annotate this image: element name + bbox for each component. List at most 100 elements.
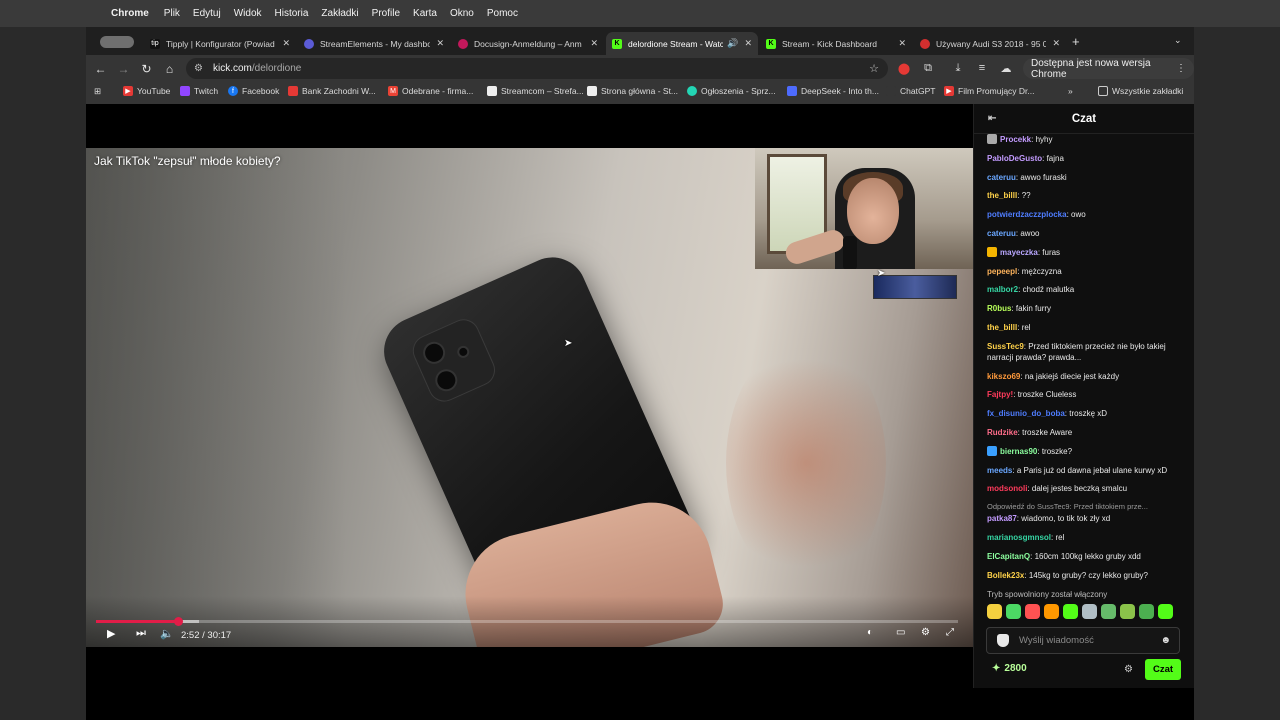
bookmark-streamcom[interactable]: Streamcom – Strefa...: [487, 86, 584, 96]
emoji-picker-icon[interactable]: ☻: [1160, 635, 1171, 646]
close-icon[interactable]: ✕: [744, 38, 752, 49]
tab-delordione-stream[interactable]: K delordione Stream - Watc 🔊 ✕: [606, 32, 758, 55]
bookmark-film[interactable]: ▶ Film Promujący Dr...: [944, 86, 1035, 96]
chat-username[interactable]: marianosgmnsol: [987, 533, 1051, 542]
cloud-icon[interactable]: ☁: [998, 60, 1014, 76]
chat-username[interactable]: the_billl: [987, 323, 1017, 332]
emote-icon[interactable]: [1063, 604, 1078, 619]
emote-icon[interactable]: [1082, 604, 1097, 619]
close-icon[interactable]: ✕: [898, 38, 906, 49]
bookmark-gmail[interactable]: M Odebrane - firma...: [388, 86, 473, 96]
forward-arrow-icon[interactable]: →: [112, 62, 135, 76]
emote-icon[interactable]: [1025, 604, 1040, 619]
menu-edit[interactable]: Edytuj: [193, 8, 221, 19]
emote-icon[interactable]: [1101, 604, 1116, 619]
quality-settings-icon[interactable]: ⚙: [921, 627, 930, 638]
menu-help[interactable]: Pomoc: [487, 8, 518, 19]
more-vert-icon[interactable]: ⋮: [1176, 63, 1186, 74]
chat-username[interactable]: potwierdzaczzplocka: [987, 210, 1067, 219]
address-bar[interactable]: ⚙ kick.com/delordione ☆: [186, 58, 888, 79]
bookmark-bank[interactable]: Bank Zachodni W...: [288, 86, 376, 96]
emote-icon[interactable]: [1006, 604, 1021, 619]
chat-username[interactable]: pepeepl: [987, 267, 1017, 276]
chat-username[interactable]: R0bus: [987, 304, 1011, 313]
chat-username[interactable]: Bollek23x: [987, 571, 1024, 580]
site-settings-icon[interactable]: ⚙: [194, 63, 203, 74]
fullscreen-icon[interactable]: ⤢: [946, 627, 954, 638]
chat-username[interactable]: cateruu: [987, 173, 1016, 182]
emote-icon[interactable]: [987, 604, 1002, 619]
chat-username[interactable]: meeds: [987, 466, 1012, 475]
chat-username[interactable]: PabloDeGusto: [987, 154, 1042, 163]
toggle-icon[interactable]: ◐: [867, 627, 873, 638]
chat-username[interactable]: patka87: [987, 514, 1017, 523]
seek-bar[interactable]: [96, 617, 958, 626]
bookmark-star-icon[interactable]: ☆: [869, 62, 879, 75]
chat-username[interactable]: biernas90: [1000, 447, 1037, 456]
emote-icon[interactable]: [1044, 604, 1059, 619]
menu-bookmarks[interactable]: Zakładki: [321, 8, 358, 19]
chat-settings-gear-icon[interactable]: ⚙: [1124, 664, 1133, 675]
close-icon[interactable]: ✕: [282, 38, 290, 49]
chat-username[interactable]: ElCapitanQ: [987, 552, 1030, 561]
tab-docusign[interactable]: Docusign-Anmeldung – Anm ✕: [452, 32, 604, 55]
bookmark-chatgpt[interactable]: ChatGPT: [886, 86, 935, 96]
media-controls-icon[interactable]: ≡: [974, 60, 990, 76]
close-icon[interactable]: ✕: [590, 38, 598, 49]
menu-profiles[interactable]: Profile: [372, 8, 400, 19]
menu-history[interactable]: Historia: [275, 8, 309, 19]
menu-tab[interactable]: Karta: [413, 8, 437, 19]
chat-username[interactable]: kikszo69: [987, 372, 1020, 381]
bookmark-facebook[interactable]: f Facebook: [228, 86, 279, 96]
chat-username[interactable]: fx_disunio_do_boba: [987, 409, 1065, 418]
bookmark-deepseek[interactable]: DeepSeek - Into th...: [787, 86, 879, 96]
close-icon[interactable]: ✕: [436, 38, 444, 49]
chat-username[interactable]: the_billl: [987, 191, 1017, 200]
tab-group-pill[interactable]: [100, 36, 134, 48]
menu-app-name[interactable]: Chrome: [111, 8, 149, 19]
play-icon[interactable]: ▶: [107, 627, 115, 640]
menu-window[interactable]: Okno: [450, 8, 474, 19]
chat-username[interactable]: Fajtpy!: [987, 390, 1013, 399]
bookmarks-more-icon[interactable]: »: [1068, 86, 1073, 96]
collapse-chat-icon[interactable]: ⇤: [988, 113, 996, 124]
send-chat-button[interactable]: Czat: [1145, 659, 1181, 680]
chat-username[interactable]: Procekk: [1000, 135, 1031, 144]
speaker-icon[interactable]: 🔊: [727, 38, 738, 49]
emote-icon[interactable]: [1120, 604, 1135, 619]
tab-tipply[interactable]: tip Tipply | Konfigurator (Powiad ✕: [144, 32, 296, 55]
all-bookmarks-folder[interactable]: Wszystkie zakładki: [1098, 86, 1183, 96]
chat-username[interactable]: malbor2: [987, 285, 1018, 294]
chat-username[interactable]: cateruu: [987, 229, 1016, 238]
menu-view[interactable]: Widok: [234, 8, 262, 19]
apps-grid-icon[interactable]: ⊞: [94, 86, 101, 97]
video-player[interactable]: Jak TikTok "zepsuł" młode kobiety? ➤ ➤ ▶…: [86, 148, 973, 647]
chat-username[interactable]: mayeczka: [1000, 248, 1038, 257]
chrome-update-button[interactable]: Dostępna jest nowa wersja Chrome ⋮: [1023, 58, 1194, 80]
channel-points[interactable]: ✦ 2800: [992, 663, 1027, 674]
next-icon[interactable]: ⏭: [136, 627, 146, 640]
tab-streamelements[interactable]: StreamElements - My dashbo ✕: [298, 32, 450, 55]
bookmark-twitch[interactable]: Twitch: [180, 86, 218, 96]
tab-search-chevron-icon[interactable]: ⌄: [1174, 35, 1182, 46]
home-icon[interactable]: ⌂: [158, 62, 181, 76]
close-icon[interactable]: ✕: [1052, 38, 1060, 49]
bookmark-youtube[interactable]: ▶ YouTube: [123, 86, 170, 96]
theater-mode-icon[interactable]: ▭: [896, 627, 905, 638]
reply-note[interactable]: Odpowiedź do SussTec9: Przed tiktokiem p…: [987, 502, 1187, 511]
emote-icon[interactable]: [1139, 604, 1154, 619]
tab-audi[interactable]: Używany Audi S3 2018 - 95 0 ✕: [914, 32, 1066, 55]
extension-red-icon[interactable]: ⬤: [896, 60, 912, 76]
menu-file[interactable]: Plik: [164, 8, 180, 19]
chat-username[interactable]: Rudzike: [987, 428, 1018, 437]
seek-knob[interactable]: [173, 617, 183, 626]
volume-icon[interactable]: 🔈: [160, 627, 174, 640]
download-icon[interactable]: ⤓: [950, 60, 966, 76]
bookmark-ads[interactable]: Ogłoszenia - Sprz...: [687, 86, 776, 96]
reload-icon[interactable]: ↻: [135, 62, 158, 76]
chat-username[interactable]: modsonoli: [987, 484, 1027, 493]
tab-kick-dashboard[interactable]: K Stream - Kick Dashboard ✕: [760, 32, 912, 55]
back-arrow-icon[interactable]: ←: [89, 62, 112, 76]
emote-icon[interactable]: [1158, 604, 1173, 619]
chat-username[interactable]: SussTec9: [987, 342, 1024, 351]
